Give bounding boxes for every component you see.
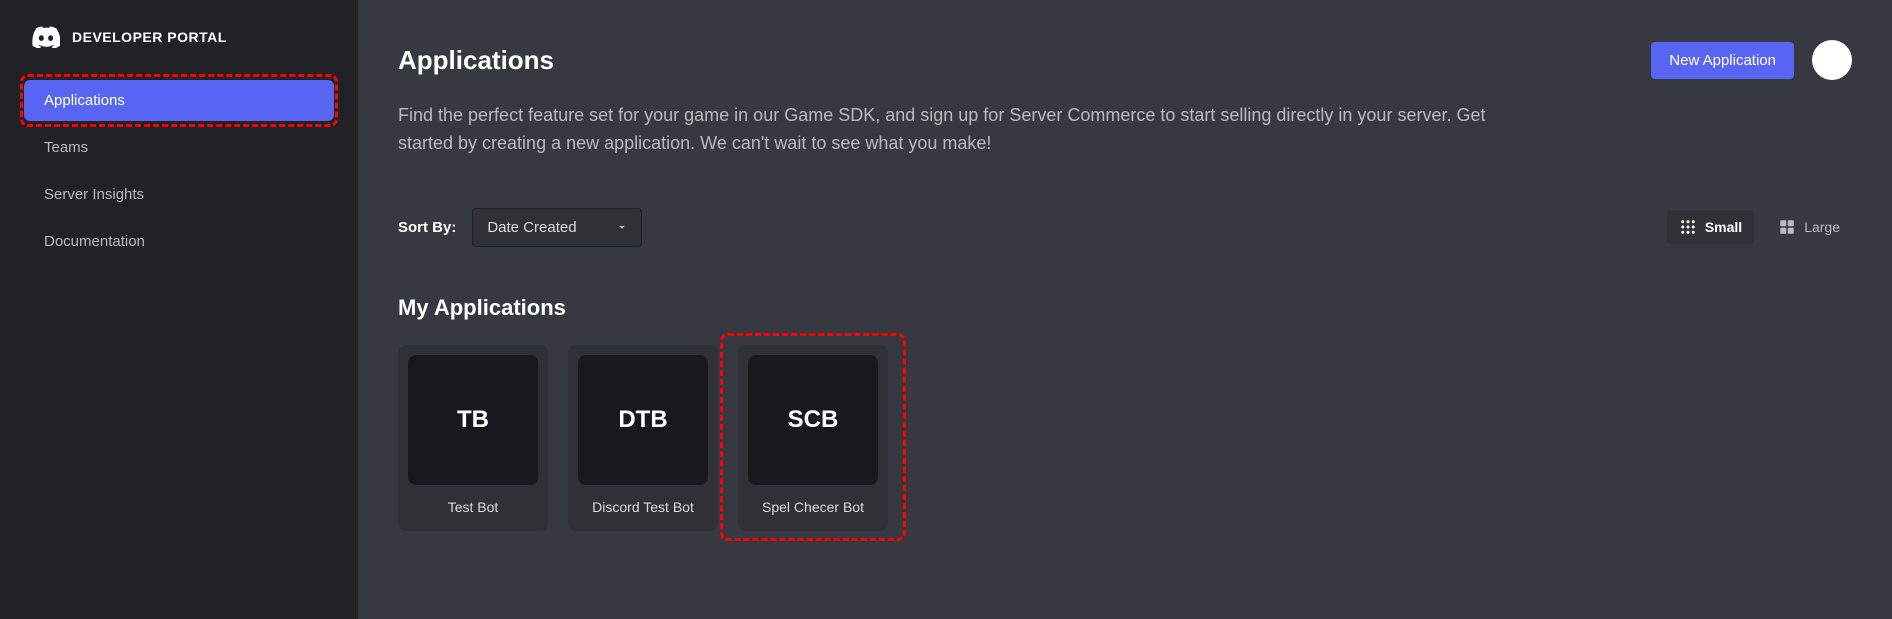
sidebar-item-label: Teams bbox=[44, 139, 88, 156]
brand: DEVELOPER PORTAL bbox=[0, 26, 358, 48]
sidebar-item-label: Server Insights bbox=[44, 186, 144, 203]
app-icon: DTB bbox=[578, 355, 708, 485]
sort-group: Sort By: Date Created bbox=[398, 208, 642, 247]
sidebar-item-documentation[interactable]: Documentation bbox=[24, 221, 334, 262]
header-controls: New Application bbox=[1651, 40, 1852, 80]
app-name: Spel Checer Bot bbox=[748, 499, 878, 515]
section-title: My Applications bbox=[398, 295, 1852, 321]
view-toggle: Small Large bbox=[1667, 210, 1852, 244]
sidebar-item-applications[interactable]: Applications bbox=[24, 80, 334, 121]
grid-large-icon bbox=[1778, 218, 1796, 236]
nav-list: Applications Teams Server Insights Document… bbox=[0, 80, 358, 262]
view-small-button[interactable]: Small bbox=[1667, 210, 1754, 244]
app-card[interactable]: TB Test Bot bbox=[398, 345, 548, 531]
brand-text: DEVELOPER PORTAL bbox=[72, 29, 227, 45]
app-initials: SCB bbox=[788, 406, 839, 434]
sort-label: Sort By: bbox=[398, 219, 456, 236]
main-header: Applications New Application bbox=[398, 40, 1852, 80]
sidebar-item-label: Applications bbox=[44, 92, 125, 109]
app-icon: SCB bbox=[748, 355, 878, 485]
sidebar-item-server-insights[interactable]: Server Insights bbox=[24, 174, 334, 215]
app-name: Discord Test Bot bbox=[578, 499, 708, 515]
sidebar: DEVELOPER PORTAL Applications Teams Server… bbox=[0, 0, 358, 619]
app-name: Test Bot bbox=[408, 499, 538, 515]
sidebar-item-teams[interactable]: Teams bbox=[24, 127, 334, 168]
app-initials: DTB bbox=[618, 406, 667, 434]
view-large-label: Large bbox=[1804, 219, 1840, 235]
app-initials: TB bbox=[457, 406, 489, 434]
sidebar-item-label: Documentation bbox=[44, 233, 145, 250]
app-card[interactable]: SCB Spel Checer Bot bbox=[738, 345, 888, 531]
chevron-down-icon bbox=[615, 220, 629, 234]
app-grid: TB Test Bot DTB Discord Test Bot SCB Spel Che… bbox=[398, 345, 1852, 531]
page-title: Applications bbox=[398, 45, 554, 76]
page-description: Find the perfect feature set for your ga… bbox=[398, 102, 1538, 158]
main: Applications New Application Find the pe… bbox=[358, 0, 1892, 619]
app-icon: TB bbox=[408, 355, 538, 485]
avatar[interactable] bbox=[1812, 40, 1852, 80]
view-small-label: Small bbox=[1705, 219, 1742, 235]
sort-selected-value: Date Created bbox=[487, 219, 576, 236]
sort-select[interactable]: Date Created bbox=[472, 208, 642, 247]
grid-small-icon bbox=[1679, 218, 1697, 236]
view-large-button[interactable]: Large bbox=[1766, 210, 1852, 244]
controls-row: Sort By: Date Created Small Lar bbox=[398, 208, 1852, 247]
app-card[interactable]: DTB Discord Test Bot bbox=[568, 345, 718, 531]
discord-logo-icon bbox=[32, 26, 60, 48]
new-application-button[interactable]: New Application bbox=[1651, 42, 1794, 79]
